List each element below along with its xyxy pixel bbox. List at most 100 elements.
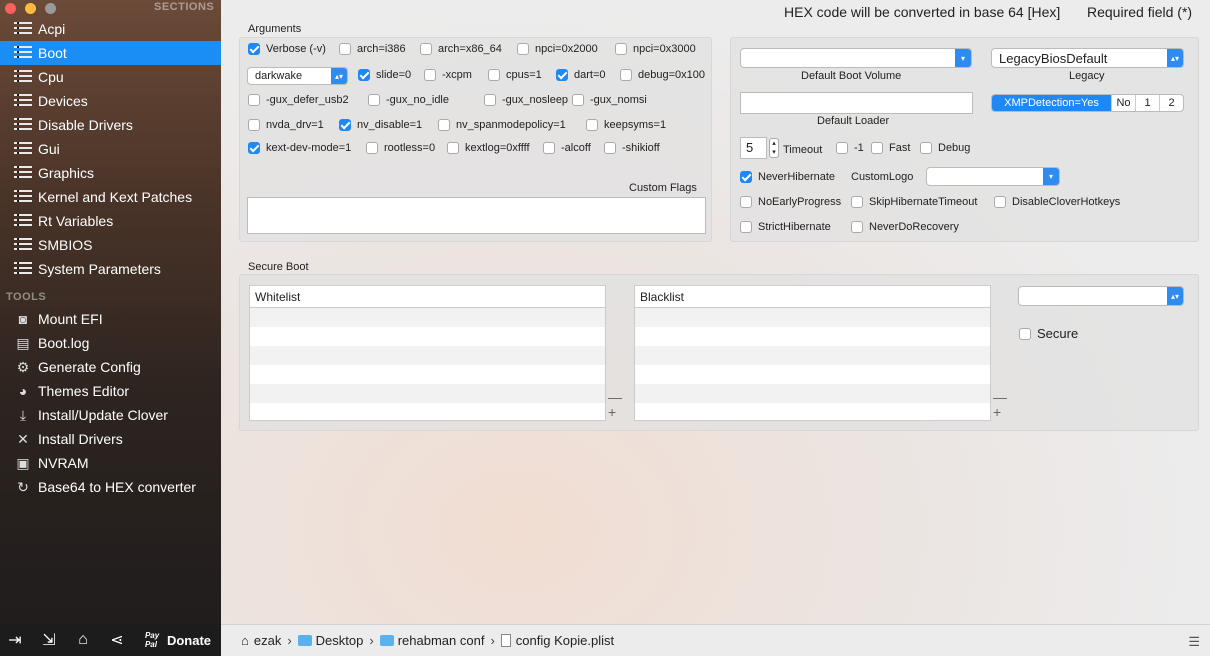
sidebar-item-boot[interactable]: Boot bbox=[0, 41, 221, 65]
checkbox-label: rootless=0 bbox=[384, 142, 436, 154]
checkbox-label: -alcoff bbox=[561, 142, 591, 154]
arg-checkbox-gux-defer-usb2[interactable]: -gux_defer_usb2 bbox=[248, 94, 349, 106]
sidebar-item-cpu[interactable]: Cpu bbox=[0, 65, 221, 89]
tool-item-themes-editor[interactable]: ◕ Themes Editor bbox=[0, 379, 221, 403]
sidebar-item-acpi[interactable]: Acpi bbox=[0, 17, 221, 41]
checkbox-icon bbox=[572, 94, 584, 106]
whitelist-table[interactable]: Whitelist bbox=[249, 285, 606, 421]
tool-item-install-drivers[interactable]: ✕ Install Drivers bbox=[0, 427, 221, 451]
sidebar-item-disable-drivers[interactable]: Disable Drivers bbox=[0, 113, 221, 137]
arg-checkbox-gux-no-idle[interactable]: -gux_no_idle bbox=[368, 94, 449, 106]
timeout-label: Timeout bbox=[783, 144, 823, 156]
menu-lines-icon[interactable]: ☰ bbox=[1188, 634, 1200, 650]
xmp-option-xmpdetection-yes[interactable]: XMPDetection=Yes bbox=[992, 95, 1111, 111]
zoom-window-button[interactable] bbox=[45, 3, 56, 14]
checkbox-icon bbox=[1019, 327, 1031, 340]
arg-checkbox-arch-x86-64[interactable]: arch=x86_64 bbox=[420, 43, 502, 55]
path-crumb-file[interactable]: config Kopie.plist bbox=[500, 633, 614, 648]
sidebar-item-devices[interactable]: Devices bbox=[0, 89, 221, 113]
checkbox-icon bbox=[248, 94, 260, 106]
arg-checkbox-rootless-0[interactable]: rootless=0 bbox=[366, 142, 435, 154]
close-window-button[interactable] bbox=[5, 3, 16, 14]
tool-item-base64-to-hex-converter[interactable]: ↻ Base64 to HEX converter bbox=[0, 475, 221, 499]
default-boot-volume-select[interactable]: ▾ bbox=[740, 48, 972, 68]
tool-item-label: NVRAM bbox=[38, 455, 89, 471]
arg-checkbox-npci-0x3000[interactable]: npci=0x3000 bbox=[615, 43, 696, 55]
boot-checkbox-neverhibernate[interactable]: NeverHibernate bbox=[740, 171, 835, 183]
arg-checkbox-nv-disable-1[interactable]: nv_disable=1 bbox=[339, 119, 422, 131]
boot-checkbox-skiphibernatetimeout[interactable]: SkipHibernateTimeout bbox=[851, 196, 977, 208]
minimize-window-button[interactable] bbox=[25, 3, 36, 14]
export-icon[interactable]: ⇲ bbox=[38, 628, 60, 652]
blacklist-table[interactable]: Blacklist bbox=[634, 285, 991, 421]
arg-checkbox-debug-0x100[interactable]: debug=0x100 bbox=[620, 69, 705, 81]
arg-checkbox-verbose-v[interactable]: Verbose (-v) bbox=[248, 43, 326, 55]
legacy-select[interactable]: LegacyBiosDefault ▴▾ bbox=[991, 48, 1184, 68]
sidebar-item-label: Graphics bbox=[38, 165, 95, 181]
tool-item-boot-log[interactable]: ▤ Boot.log bbox=[0, 331, 221, 355]
xmp-option-no[interactable]: No bbox=[1111, 95, 1135, 111]
sidebar-item-label: Boot bbox=[38, 45, 67, 61]
sidebar-item-system-parameters[interactable]: System Parameters bbox=[0, 257, 221, 281]
arg-checkbox-keepsyms-1[interactable]: keepsyms=1 bbox=[586, 119, 666, 131]
arg-checkbox-nvda-drv-1[interactable]: nvda_drv=1 bbox=[248, 119, 324, 131]
timeout-field[interactable]: 5 bbox=[740, 137, 767, 159]
sidebar-item-gui[interactable]: Gui bbox=[0, 137, 221, 161]
arg-checkbox-xcpm[interactable]: -xcpm bbox=[424, 69, 472, 81]
sidebar-item-smbios[interactable]: SMBIOS bbox=[0, 233, 221, 257]
arg-checkbox-alcoff[interactable]: -alcoff bbox=[543, 142, 591, 154]
blacklist-add-button[interactable]: + bbox=[993, 405, 1001, 419]
arg-checkbox-slide-0[interactable]: slide=0 bbox=[358, 69, 411, 81]
arg-checkbox-npci-0x2000[interactable]: npci=0x2000 bbox=[517, 43, 598, 55]
boot-checkbox-fast[interactable]: Fast bbox=[871, 142, 910, 154]
custom-flags-field[interactable] bbox=[247, 197, 706, 234]
timeout-stepper[interactable]: ▴ ▾ bbox=[769, 138, 779, 158]
tool-item-mount-efi[interactable]: ◙ Mount EFI bbox=[0, 307, 221, 331]
boot-checkbox-neverdorecovery[interactable]: NeverDoRecovery bbox=[851, 221, 959, 233]
donate-button[interactable]: Pay Pal Donate bbox=[142, 628, 214, 652]
share-icon[interactable]: ⋖ bbox=[106, 628, 128, 652]
boot-checkbox-noearlyprogress[interactable]: NoEarlyProgress bbox=[740, 196, 841, 208]
arg-checkbox-cpus-1[interactable]: cpus=1 bbox=[488, 69, 542, 81]
checkbox-label: npci=0x3000 bbox=[633, 43, 696, 55]
sidebar-item-rt-variables[interactable]: Rt Variables bbox=[0, 209, 221, 233]
import-icon[interactable]: ⇥ bbox=[4, 628, 26, 652]
custom-logo-select[interactable]: ▾ bbox=[926, 167, 1060, 186]
sidebar-item-label: Disable Drivers bbox=[38, 117, 133, 133]
checkbox-label: dart=0 bbox=[574, 69, 606, 81]
whitelist-add-button[interactable]: + bbox=[608, 405, 616, 419]
default-loader-field[interactable] bbox=[740, 92, 973, 114]
checkbox-icon bbox=[871, 142, 883, 154]
checkbox-icon bbox=[851, 196, 863, 208]
whitelist-remove-button[interactable]: — bbox=[608, 390, 622, 404]
boot-checkbox-disablecloverhotkeys[interactable]: DisableCloverHotkeys bbox=[994, 196, 1120, 208]
tool-item-nvram[interactable]: ▣ NVRAM bbox=[0, 451, 221, 475]
arg-checkbox-arch-i386[interactable]: arch=i386 bbox=[339, 43, 406, 55]
sidebar-item-graphics[interactable]: Graphics bbox=[0, 161, 221, 185]
folder-icon bbox=[379, 635, 394, 646]
arg-checkbox-dart-0[interactable]: dart=0 bbox=[556, 69, 606, 81]
arg-checkbox-kext-dev-mode-1[interactable]: kext-dev-mode=1 bbox=[248, 142, 351, 154]
arg-checkbox-gux-nosleep[interactable]: -gux_nosleep bbox=[484, 94, 568, 106]
sidebar-item-kernel-and-kext-patches[interactable]: Kernel and Kext Patches bbox=[0, 185, 221, 209]
checkbox-icon bbox=[368, 94, 380, 106]
tool-item-install-update-clover[interactable]: ⤓ Install/Update Clover bbox=[0, 403, 221, 427]
secure-checkbox[interactable]: Secure bbox=[1019, 326, 1078, 341]
darkwake-select[interactable]: darkwake ▴▾ bbox=[247, 67, 348, 85]
boot-checkbox-stricthibernate[interactable]: StrictHibernate bbox=[740, 221, 831, 233]
home-icon[interactable]: ⌂ bbox=[72, 628, 94, 652]
path-crumb-home[interactable]: ezak bbox=[254, 633, 281, 648]
arg-checkbox-nv-spanmodepolicy-1[interactable]: nv_spanmodepolicy=1 bbox=[438, 119, 566, 131]
blacklist-remove-button[interactable]: — bbox=[993, 390, 1007, 404]
arg-checkbox-gux-nomsi[interactable]: -gux_nomsi bbox=[572, 94, 647, 106]
secure-policy-select[interactable]: ▴▾ bbox=[1018, 286, 1184, 306]
arg-checkbox-shikioff[interactable]: -shikioff bbox=[604, 142, 660, 154]
arg-checkbox-kextlog-0xffff[interactable]: kextlog=0xffff bbox=[447, 142, 530, 154]
boot-checkbox-debug[interactable]: Debug bbox=[920, 142, 970, 154]
boot-checkbox-1[interactable]: -1 bbox=[836, 142, 864, 154]
path-crumb-desktop[interactable]: Desktop bbox=[297, 633, 363, 648]
path-crumb-folder[interactable]: rehabman conf bbox=[379, 633, 484, 648]
xmp-option-1[interactable]: 1 bbox=[1135, 95, 1159, 111]
xmp-option-2[interactable]: 2 bbox=[1159, 95, 1183, 111]
tool-item-generate-config[interactable]: ⚙ Generate Config bbox=[0, 355, 221, 379]
